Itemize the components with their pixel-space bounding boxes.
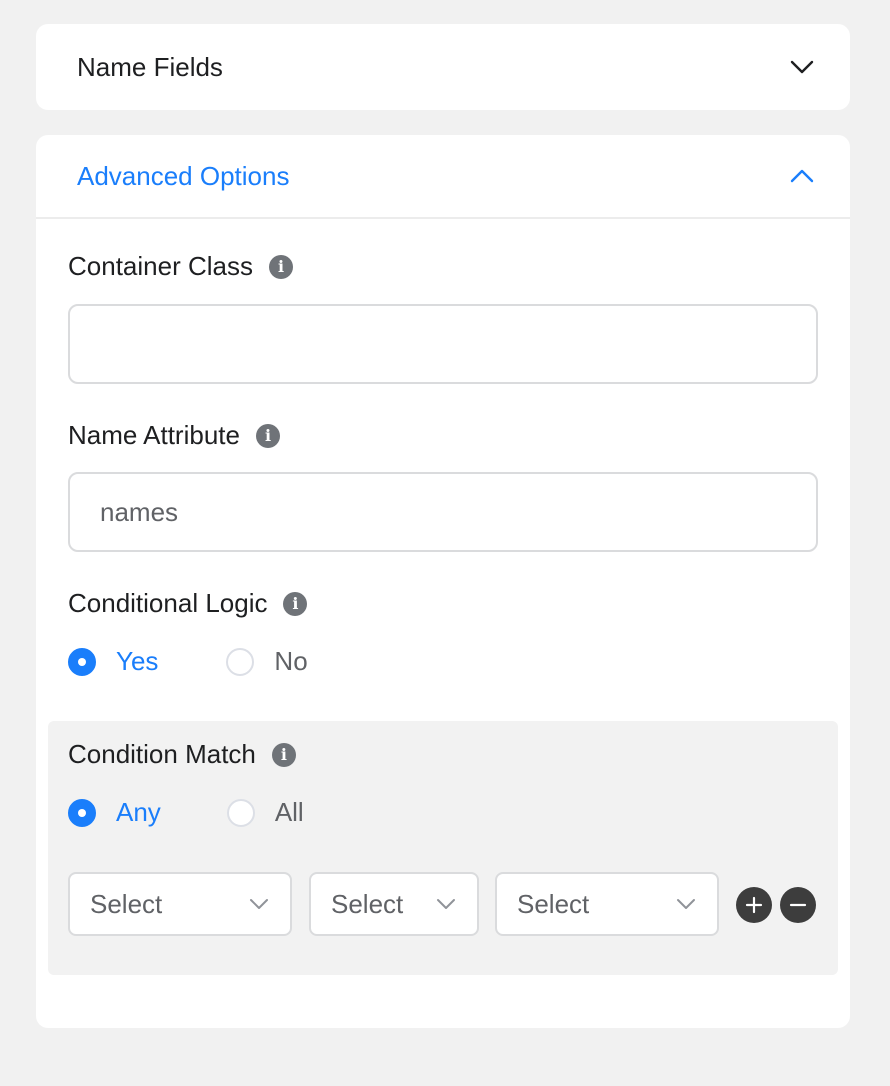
name-fields-title: Name Fields <box>77 51 223 82</box>
name-attribute-label: Name Attribute i <box>68 420 280 451</box>
name-attribute-label-text: Name Attribute <box>68 420 240 450</box>
radio-unchecked-icon[interactable] <box>226 647 255 676</box>
condition-match-label: Condition Match i <box>68 739 296 770</box>
conditional-logic-yes-radio[interactable]: Yes <box>68 646 158 677</box>
add-condition-button[interactable] <box>736 887 772 923</box>
condition-match-label-text: Condition Match <box>68 739 256 769</box>
chevron-up-icon[interactable] <box>788 162 816 190</box>
yes-label: Yes <box>116 646 159 676</box>
remove-condition-button[interactable] <box>780 887 816 923</box>
container-class-label: Container Class i <box>68 251 293 282</box>
container-class-label-text: Container Class <box>68 251 253 281</box>
condition-any-radio[interactable]: Any <box>68 797 161 828</box>
any-label: Any <box>116 797 161 827</box>
radio-unchecked-icon[interactable] <box>226 798 255 827</box>
advanced-options-panel: Advanced Options Container Class i Name … <box>36 135 850 1028</box>
condition-field-select[interactable]: Select <box>68 872 292 936</box>
select-value: Select <box>331 888 404 919</box>
condition-match-radio-group: Any All <box>68 797 304 828</box>
condition-value-select[interactable]: Select <box>495 872 719 936</box>
minus-icon <box>789 903 807 907</box>
conditional-logic-radio-group: Yes No <box>68 646 308 677</box>
select-value: Select <box>517 888 590 919</box>
conditional-logic-no-radio[interactable]: No <box>226 646 308 677</box>
advanced-options-title: Advanced Options <box>77 160 290 191</box>
chevron-down-icon <box>677 899 695 909</box>
name-attribute-value: names <box>100 496 179 527</box>
info-icon[interactable]: i <box>255 423 280 448</box>
condition-match-box: Condition Match i Any All Select Select <box>48 721 838 975</box>
select-value: Select <box>90 888 163 919</box>
conditional-logic-label-text: Conditional Logic <box>68 588 268 618</box>
all-label: All <box>274 797 304 827</box>
info-icon[interactable]: i <box>268 254 293 279</box>
conditional-logic-label: Conditional Logic i <box>68 588 308 619</box>
radio-checked-icon[interactable] <box>68 647 96 676</box>
chevron-down-icon[interactable] <box>788 53 816 81</box>
no-label: No <box>274 646 308 676</box>
plus-icon <box>745 896 763 914</box>
condition-operator-select[interactable]: Select <box>309 872 479 936</box>
info-icon[interactable]: i <box>283 591 308 616</box>
advanced-options-header[interactable]: Advanced Options <box>36 135 850 219</box>
name-fields-panel: Name Fields <box>36 24 850 110</box>
name-fields-header[interactable]: Name Fields <box>36 24 850 110</box>
name-attribute-input[interactable]: names <box>68 472 818 552</box>
condition-all-radio[interactable]: All <box>226 797 304 828</box>
chevron-down-icon <box>250 899 268 909</box>
radio-checked-icon[interactable] <box>68 798 96 827</box>
info-icon[interactable]: i <box>271 742 296 767</box>
chevron-down-icon <box>437 899 455 909</box>
container-class-input[interactable] <box>68 304 818 384</box>
